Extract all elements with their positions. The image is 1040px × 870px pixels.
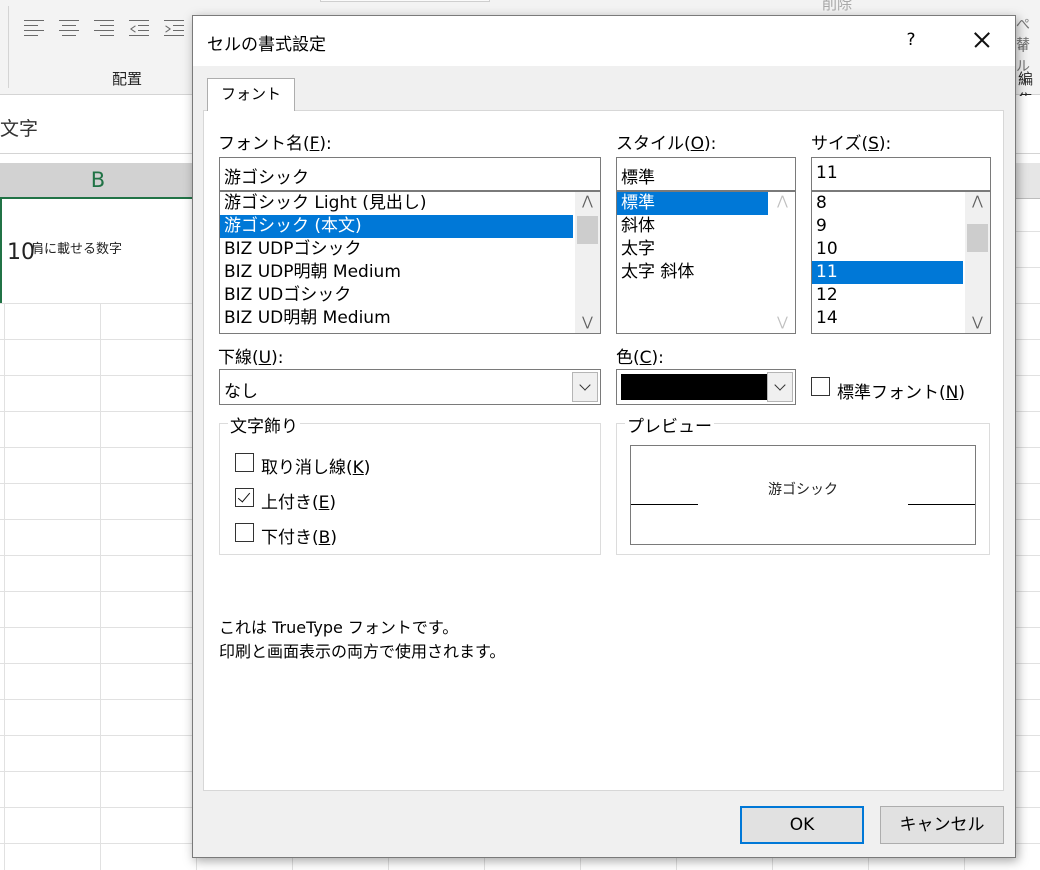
align-right-icon[interactable]	[94, 18, 116, 38]
scroll-down-icon[interactable]: ⋁	[965, 313, 990, 333]
font-name-input[interactable]: 游ゴシック	[219, 157, 601, 191]
subscript-checkbox[interactable]	[235, 523, 254, 542]
alignment-icons	[24, 18, 186, 38]
size-input[interactable]: 11	[811, 157, 991, 191]
color-label: 色(C):	[616, 348, 664, 368]
font-info-line-2: 印刷と画面表示の両方で使用されます。	[219, 642, 506, 661]
help-button[interactable]: ?	[893, 24, 929, 56]
size-list[interactable]: 8 9 10 11 12 14 ⋀ ⋁	[811, 191, 991, 334]
underline-select[interactable]: なし	[219, 369, 601, 405]
style-list-scrollbar[interactable]: ⋀ ⋁	[770, 192, 795, 333]
scroll-down-icon[interactable]: ⋁	[770, 313, 795, 333]
underline-label: 下線(U):	[218, 348, 284, 368]
normal-font-checkbox[interactable]	[811, 377, 830, 396]
effects-title: 文字飾り	[228, 412, 300, 437]
scroll-down-icon[interactable]: ⋁	[575, 313, 600, 333]
font-list-item-selected[interactable]: 游ゴシック (本文)	[220, 215, 573, 238]
font-list-item[interactable]: BIZ UD明朝 Medium	[220, 307, 600, 330]
size-list-item[interactable]: 8	[812, 192, 990, 215]
preview-baseline	[631, 504, 698, 505]
decrease-indent-icon[interactable]	[129, 18, 151, 38]
size-list-scrollbar[interactable]: ⋀ ⋁	[965, 192, 990, 333]
ok-button[interactable]: OK	[740, 806, 864, 844]
font-list-item[interactable]: 游ゴシック Light (見出し)	[220, 192, 600, 215]
scroll-up-icon[interactable]: ⋀	[965, 192, 990, 212]
preview-sample-text: 游ゴシック	[768, 482, 838, 498]
style-label: スタイル(O):	[616, 134, 717, 154]
ribbon-separator	[8, 6, 9, 88]
font-list-item[interactable]: BIZ UDPゴシック	[220, 238, 600, 261]
strikethrough-checkbox[interactable]	[235, 453, 254, 472]
column-header-b[interactable]: B	[0, 163, 196, 199]
chevron-down-icon	[579, 379, 591, 391]
color-swatch	[621, 374, 768, 400]
dialog-title: セルの書式設定	[207, 35, 326, 55]
style-list-item[interactable]: 太字	[617, 238, 795, 261]
font-list-item[interactable]: BIZ UDP明朝 Medium	[220, 261, 600, 284]
underline-value: なし	[224, 382, 258, 402]
size-list-item[interactable]: 10	[812, 238, 990, 261]
format-cells-dialog: セルの書式設定 ? フォント フォント名(F): 游ゴシック 游ゴシック Lig…	[192, 15, 1016, 858]
superscript-checkbox[interactable]	[235, 488, 254, 507]
font-name-list[interactable]: 游ゴシック Light (見出し) 游ゴシック (本文) BIZ UDPゴシック…	[219, 191, 601, 334]
size-list-item[interactable]: 9	[812, 215, 990, 238]
chevron-down-icon	[774, 379, 786, 391]
preview-baseline	[908, 504, 975, 505]
style-list[interactable]: 標準 斜体 太字 太字 斜体 ⋀ ⋁	[616, 191, 796, 334]
formula-bar-text: 文字	[0, 118, 39, 140]
font-name-label: フォント名(F):	[218, 134, 332, 154]
size-list-item[interactable]: 14	[812, 307, 990, 330]
dropdown-button[interactable]	[572, 372, 598, 402]
scrollbar-thumb[interactable]	[577, 216, 598, 244]
style-list-item[interactable]: 太字 斜体	[617, 261, 795, 284]
scroll-up-icon[interactable]: ⋀	[770, 192, 795, 212]
superscript-label: 上付き(E)	[261, 493, 337, 513]
cancel-button[interactable]: キャンセル	[880, 806, 1004, 844]
font-list-scrollbar[interactable]: ⋀ ⋁	[575, 192, 600, 333]
tab-font[interactable]: フォント	[207, 78, 295, 111]
scrollbar-thumb[interactable]	[967, 224, 988, 252]
delete-button[interactable]: 削除	[822, 0, 852, 14]
size-list-item-selected[interactable]: 11	[812, 261, 963, 284]
preview-box: 游ゴシック	[630, 445, 976, 545]
font-list-item[interactable]: BIZ UDゴシック	[220, 284, 600, 307]
dropdown-button[interactable]	[767, 372, 793, 402]
ribbon-control[interactable]	[320, 0, 490, 2]
dialog-titlebar[interactable]: セルの書式設定 ?	[193, 16, 1015, 66]
increase-indent-icon[interactable]	[164, 18, 186, 38]
style-input[interactable]: 標準	[616, 157, 796, 191]
strikethrough-label: 取り消し線(K)	[261, 458, 371, 478]
style-list-item[interactable]: 斜体	[617, 215, 795, 238]
size-list-item[interactable]: 12	[812, 284, 990, 307]
cell-superscript-text: 肩に載せる数字	[31, 242, 123, 257]
normal-font-label: 標準フォント(N)	[837, 383, 965, 403]
close-icon[interactable]	[963, 24, 999, 56]
font-info-line-1: これは TrueType フォントです。	[219, 618, 459, 637]
style-list-item-selected[interactable]: 標準	[617, 192, 768, 215]
color-picker[interactable]	[616, 369, 796, 405]
scroll-up-icon[interactable]: ⋀	[575, 192, 600, 212]
align-center-icon[interactable]	[59, 18, 81, 38]
ribbon-group-label-alignment: 配置	[112, 70, 143, 88]
preview-title: プレビュー	[625, 412, 714, 437]
size-label: サイズ(S):	[811, 134, 892, 154]
effects-group: 文字飾り 取り消し線(K) 上付き(E) 下付き(B)	[219, 412, 601, 555]
align-left-icon[interactable]	[24, 18, 46, 38]
subscript-label: 下付き(B)	[261, 528, 337, 548]
